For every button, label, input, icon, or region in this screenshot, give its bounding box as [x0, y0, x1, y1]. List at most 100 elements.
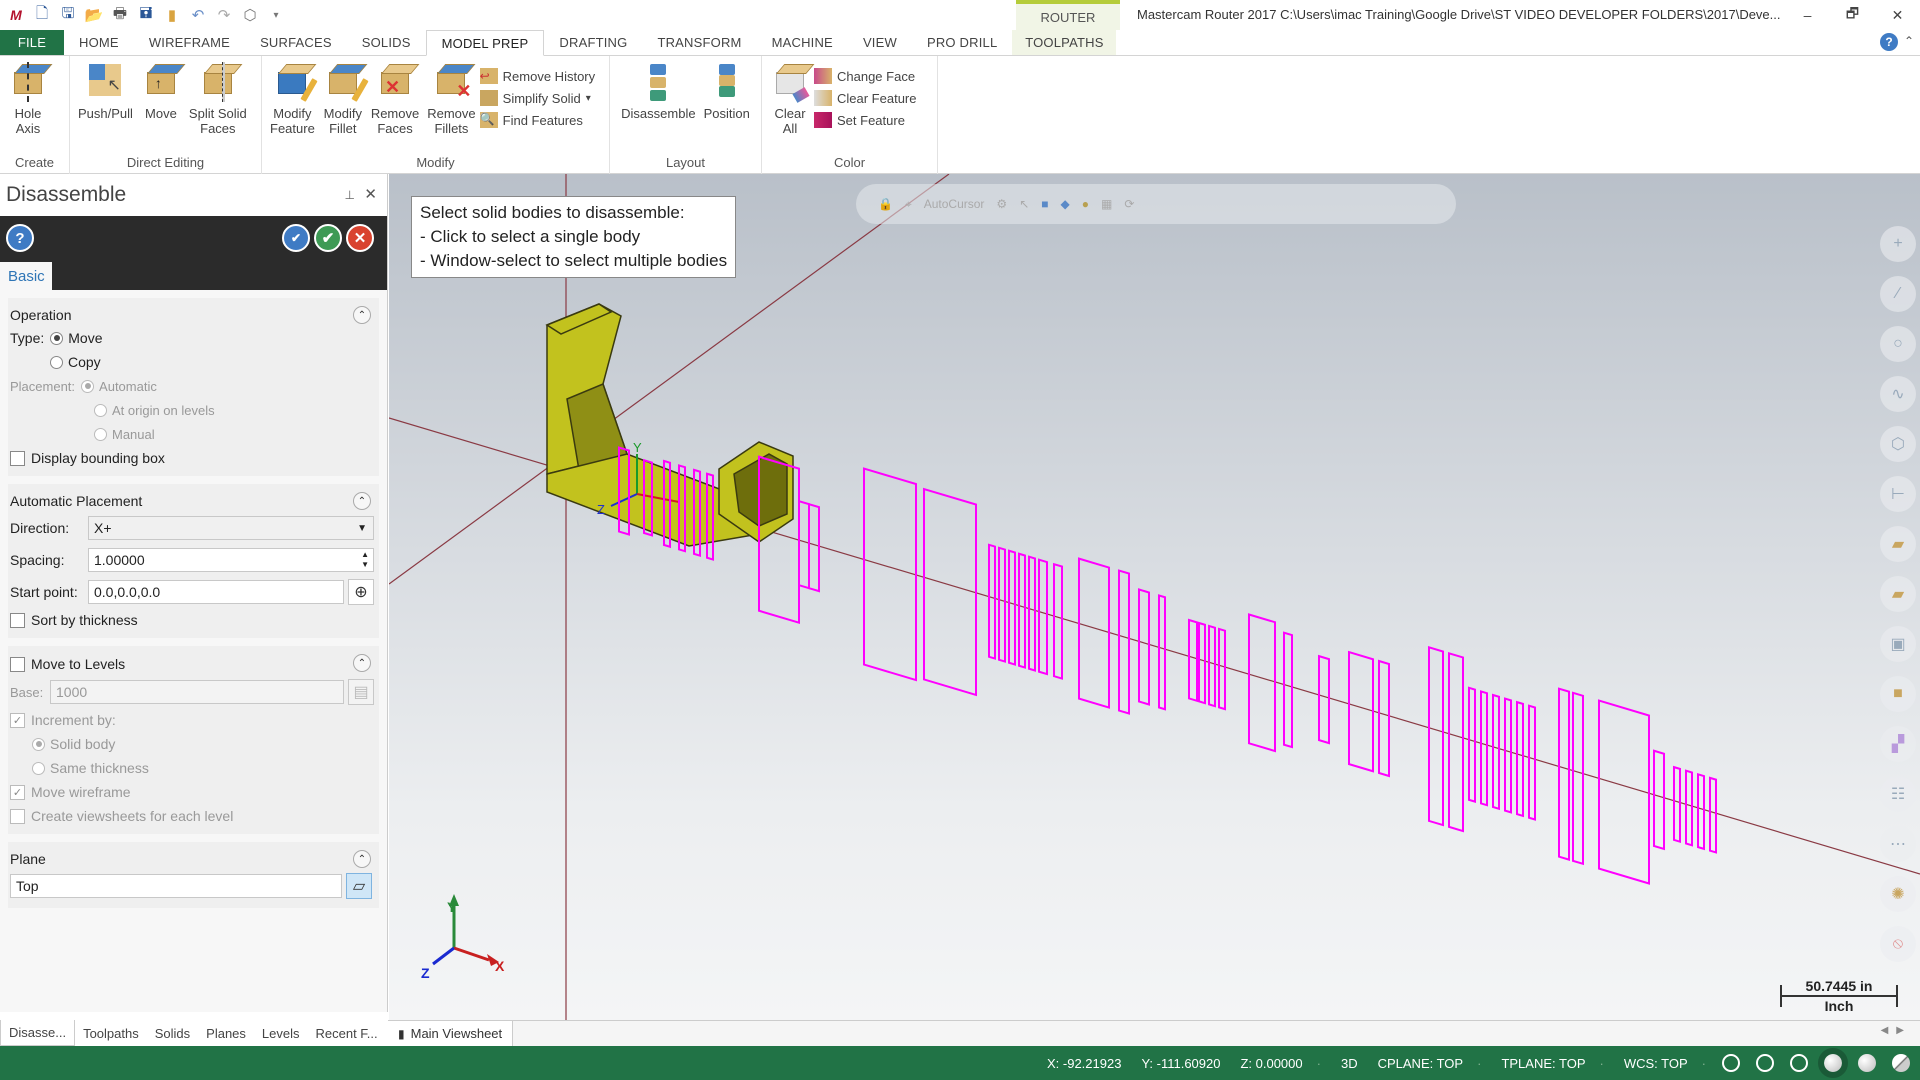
create-viewsheets-checkbox[interactable]: [10, 808, 25, 824]
open-icon[interactable]: 📂: [84, 5, 104, 25]
tab-solids-manager[interactable]: Solids: [147, 1020, 198, 1046]
increment-checkbox[interactable]: ✓: [10, 712, 25, 728]
ok-icon[interactable]: ✔: [314, 224, 342, 252]
color-icon[interactable]: ▞: [1880, 726, 1916, 762]
collapse-ribbon-icon[interactable]: ⌃: [1904, 34, 1914, 48]
clear-feature-button[interactable]: Clear Feature: [814, 90, 916, 106]
save-as-icon[interactable]: 🖬: [136, 5, 156, 25]
plane-input[interactable]: Top: [10, 874, 342, 898]
lock-icon[interactable]: 🔒: [878, 197, 893, 211]
spacing-input[interactable]: 1.00000 ▲ ▼: [88, 548, 374, 572]
redo-icon[interactable]: ↷: [214, 5, 234, 25]
tab-wireframe[interactable]: WIREFRAME: [134, 30, 245, 55]
move-to-levels-checkbox[interactable]: [10, 656, 25, 672]
wireframe-dim-icon[interactable]: [1790, 1054, 1808, 1072]
spinner-icon[interactable]: ▲ ▼: [361, 550, 369, 570]
display-bbox-checkbox[interactable]: [10, 450, 25, 466]
tab-toolpaths[interactable]: TOOLPATHS: [1012, 30, 1117, 55]
tab-levels-manager[interactable]: Levels: [254, 1020, 308, 1046]
restore-button[interactable]: 🗗: [1830, 0, 1875, 30]
split-solid-faces-button[interactable]: Split Solid Faces: [185, 62, 251, 136]
new-icon[interactable]: 🗋: [32, 5, 52, 25]
clear-icon[interactable]: ⦸: [1880, 926, 1916, 962]
tab-transform[interactable]: TRANSFORM: [642, 30, 756, 55]
modify-feature-button[interactable]: Modify Feature: [266, 62, 319, 136]
tab-home[interactable]: HOME: [64, 30, 134, 55]
main-viewsheet-tab[interactable]: ▮ Main Viewsheet: [388, 1020, 514, 1047]
sort-thickness-checkbox[interactable]: [10, 612, 25, 628]
add-point-icon[interactable]: +: [1880, 226, 1916, 262]
select-point-crosshair-icon[interactable]: ⊕: [348, 579, 374, 605]
direction-select[interactable]: X+ ▼: [88, 516, 374, 540]
plane-alt-icon[interactable]: ▰: [1880, 576, 1916, 612]
tab-planes-manager[interactable]: Planes: [198, 1020, 254, 1046]
plane-icon[interactable]: ▰: [1880, 526, 1916, 562]
graphics-viewport[interactable]: Y Z Y X Z Select solid bodies to disasse…: [389, 174, 1920, 1020]
remove-fillets-button[interactable]: ✕ Remove Fillets: [423, 62, 479, 136]
type-move-radio[interactable]: [50, 331, 64, 345]
customize-icon[interactable]: ▾: [266, 5, 286, 25]
hole-axis-button[interactable]: Hole Axis: [4, 62, 52, 136]
clear-all-button[interactable]: Clear All: [766, 62, 814, 136]
status-3d-mode[interactable]: 3D: [1341, 1056, 1358, 1071]
wireframe-hidden-icon[interactable]: [1756, 1054, 1774, 1072]
cancel-icon[interactable]: ✕: [346, 224, 374, 252]
tab-solids[interactable]: SOLIDS: [347, 30, 426, 55]
collapse-operation-icon[interactable]: ⌃: [353, 306, 371, 324]
print-icon[interactable]: 🖶: [110, 5, 130, 25]
selection-gear-icon[interactable]: ⚙: [996, 197, 1007, 211]
folder-icon[interactable]: ▮: [162, 5, 182, 25]
collapse-levels-icon[interactable]: ⌃: [353, 654, 371, 672]
undo-icon[interactable]: ↶: [188, 5, 208, 25]
levels-select-icon[interactable]: ▤: [348, 679, 374, 705]
tab-surfaces[interactable]: SURFACES: [245, 30, 347, 55]
status-wcs[interactable]: WCS: TOP: [1624, 1056, 1688, 1071]
wireframe-globe-icon[interactable]: [1722, 1054, 1740, 1072]
minimize-button[interactable]: –: [1785, 0, 1830, 30]
circle-icon[interactable]: ○: [1880, 326, 1916, 362]
solid-view-icon[interactable]: ▣: [1880, 626, 1916, 662]
modify-fillet-button[interactable]: Modify Fillet: [319, 62, 369, 136]
box-icon[interactable]: ■: [1880, 676, 1916, 712]
select-plane-icon[interactable]: ▱: [346, 873, 372, 899]
pointer-icon[interactable]: ↖: [1019, 197, 1029, 211]
disassemble-button[interactable]: Disassemble: [617, 62, 699, 121]
same-thickness-radio[interactable]: [32, 761, 45, 775]
tab-disassemble[interactable]: Disasse...: [0, 1020, 76, 1046]
tab-machine[interactable]: MACHINE: [757, 30, 848, 55]
tab-drafting[interactable]: DRAFTING: [544, 30, 642, 55]
solid-body-radio[interactable]: [32, 737, 45, 751]
change-face-button[interactable]: Change Face: [814, 68, 916, 84]
viewsheet-scroll-arrows[interactable]: ◀▶: [1881, 1025, 1912, 1036]
push-pull-button[interactable]: ↖ Push/Pull: [74, 62, 137, 121]
pin-icon[interactable]: ⊥: [345, 188, 355, 202]
verify-icon[interactable]: ⟳: [1124, 197, 1134, 211]
select-body-icon[interactable]: ●: [1082, 197, 1089, 211]
levels-icon[interactable]: ☷: [1880, 776, 1916, 812]
tab-pro-drill[interactable]: PRO DRILL: [912, 30, 1012, 55]
mastercam-logo-icon[interactable]: M: [6, 5, 26, 25]
set-feature-button[interactable]: Set Feature: [814, 112, 916, 128]
autocursor-label[interactable]: AutoCursor: [924, 197, 985, 211]
dropdown-arrow-icon[interactable]: ▾: [586, 93, 591, 104]
base-input[interactable]: 1000: [50, 680, 344, 704]
type-copy-radio[interactable]: [50, 355, 63, 369]
panel-close-icon[interactable]: ✕: [364, 185, 377, 203]
remove-history-button[interactable]: ↩ Remove History: [479, 68, 595, 84]
select-face-icon[interactable]: ◆: [1061, 197, 1070, 211]
tab-basic[interactable]: Basic: [0, 262, 52, 290]
start-point-input[interactable]: 0.0,0.0,0.0: [88, 580, 344, 604]
spline-icon[interactable]: ∿: [1880, 376, 1916, 412]
placement-automatic-radio[interactable]: [81, 379, 95, 393]
attributes-icon[interactable]: ⋯: [1880, 826, 1916, 862]
save-icon[interactable]: 🖫: [58, 5, 78, 25]
tab-recent-functions[interactable]: Recent F...: [307, 1020, 385, 1046]
move-wireframe-checkbox[interactable]: ✓: [10, 784, 25, 800]
shaded-edges-icon[interactable]: [1858, 1054, 1876, 1072]
autocursor-icon[interactable]: ⌖: [905, 197, 912, 212]
window-select-icon[interactable]: ▦: [1101, 197, 1112, 211]
remove-faces-button[interactable]: ✕ Remove Faces: [367, 62, 423, 136]
placement-manual-radio[interactable]: [94, 427, 107, 441]
placement-origin-radio[interactable]: [94, 403, 107, 417]
status-tplane[interactable]: TPLANE: TOP: [1501, 1056, 1585, 1071]
